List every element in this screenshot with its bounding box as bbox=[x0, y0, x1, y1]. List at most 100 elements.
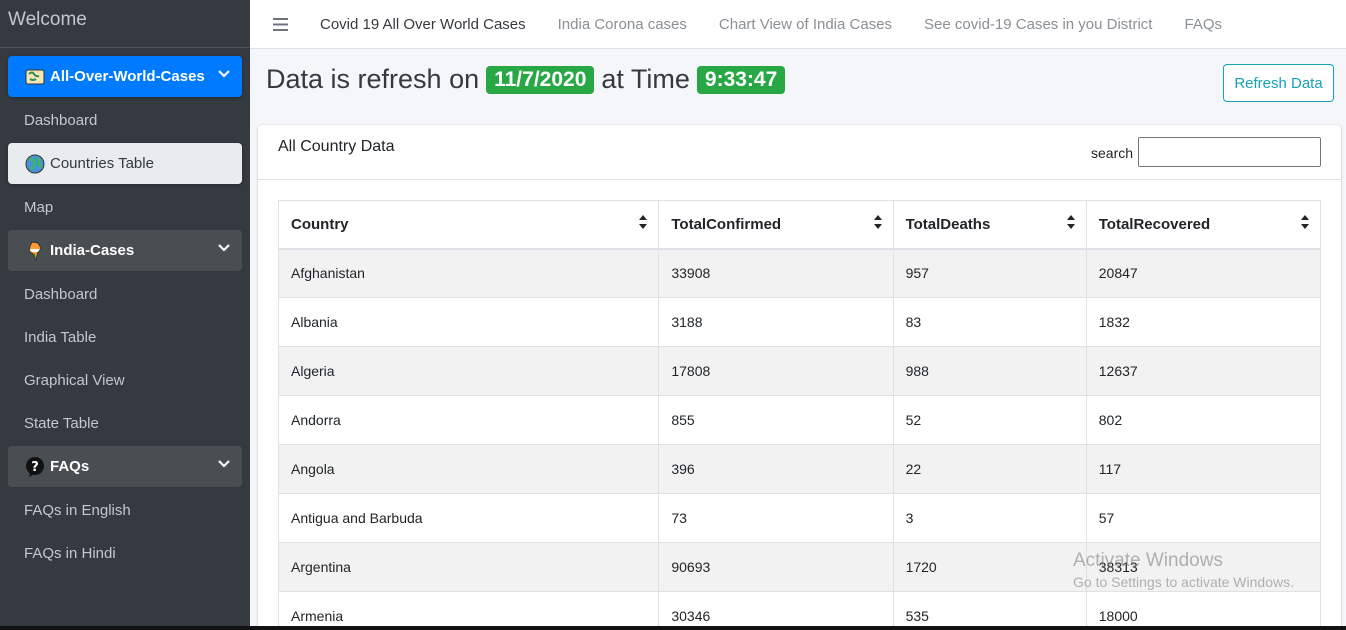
cell-confirmed: 396 bbox=[658, 444, 894, 494]
cell-recovered: 117 bbox=[1086, 444, 1322, 494]
sidebar-item-label: Countries Table bbox=[50, 155, 154, 172]
activate-windows-watermark: Activate Windows Go to Settings to activ… bbox=[1073, 550, 1294, 590]
sidebar-item-faqs-english[interactable]: FAQs in English bbox=[8, 490, 242, 531]
sidebar-item-graphical-view[interactable]: Graphical View bbox=[8, 360, 242, 401]
table-row: Andorra 855 52 802 bbox=[277, 395, 1322, 445]
svg-text:?: ? bbox=[31, 460, 39, 475]
sidebar-item-all-over-world-cases[interactable]: All-Over-World-Cases bbox=[8, 56, 242, 97]
sidebar-item-label: Map bbox=[24, 199, 54, 216]
cell-recovered: 57 bbox=[1086, 493, 1322, 543]
cell-deaths: 22 bbox=[893, 444, 1087, 494]
world-map-icon bbox=[22, 64, 48, 90]
cell-recovered: 802 bbox=[1086, 395, 1322, 445]
table-row: Algeria 17808 988 12637 bbox=[277, 346, 1322, 396]
sort-icon bbox=[1066, 215, 1075, 229]
sidebar-item-label: All-Over-World-Cases bbox=[50, 68, 205, 85]
sort-icon bbox=[873, 215, 882, 229]
column-header-total-deaths[interactable]: TotalDeaths bbox=[893, 200, 1087, 250]
sidebar-item-faqs[interactable]: ? FAQs bbox=[8, 446, 242, 487]
sidebar-item-label: Graphical View bbox=[24, 372, 125, 389]
nav-link-india-cases[interactable]: India Corona cases bbox=[542, 16, 703, 33]
column-header-total-recovered[interactable]: TotalRecovered bbox=[1086, 200, 1322, 250]
column-label: TotalConfirmed bbox=[671, 215, 782, 233]
sidebar-nav: All-Over-World-Cases Dashboard Countries… bbox=[0, 48, 250, 574]
sidebar-item-label: FAQs in English bbox=[24, 502, 131, 519]
cell-country: Andorra bbox=[277, 395, 660, 445]
sort-icon bbox=[1301, 215, 1309, 229]
card-header: All Country Data search bbox=[258, 125, 1341, 180]
column-label: TotalDeaths bbox=[905, 215, 991, 233]
sidebar-item-label: FAQs bbox=[50, 458, 90, 475]
cell-country: Antigua and Barbuda bbox=[277, 493, 660, 543]
chevron-down-icon bbox=[218, 460, 230, 468]
cell-deaths: 957 bbox=[893, 248, 1087, 298]
column-header-total-confirmed[interactable]: TotalConfirmed bbox=[658, 200, 894, 250]
cell-deaths: 83 bbox=[893, 297, 1087, 347]
cell-recovered: 1832 bbox=[1086, 297, 1322, 347]
refresh-date-badge: 11/7/2020 bbox=[486, 65, 595, 94]
sidebar-item-india-dashboard[interactable]: Dashboard bbox=[8, 274, 242, 315]
search-input[interactable] bbox=[1138, 137, 1321, 167]
cell-deaths: 3 bbox=[893, 493, 1087, 543]
search-label: search bbox=[1091, 145, 1134, 161]
watermark-title: Activate Windows bbox=[1073, 550, 1223, 571]
cell-confirmed: 855 bbox=[658, 395, 894, 445]
table-row: Afghanistan 33908 957 20847 bbox=[277, 248, 1322, 298]
refresh-time-badge: 9:33:47 bbox=[696, 65, 786, 94]
nav-link-chart-view[interactable]: Chart View of India Cases bbox=[703, 16, 908, 33]
nav-link-faqs[interactable]: FAQs bbox=[1168, 16, 1238, 33]
refresh-data-button[interactable]: Refresh Data bbox=[1223, 64, 1334, 102]
cell-confirmed: 3188 bbox=[658, 297, 894, 347]
sidebar-item-state-table[interactable]: State Table bbox=[8, 403, 242, 444]
column-label: TotalRecovered bbox=[1098, 215, 1211, 233]
table-row: Albania 3188 83 1832 bbox=[277, 297, 1322, 347]
top-navbar: Covid 19 All Over World Cases India Coro… bbox=[250, 0, 1346, 49]
cell-deaths: 535 bbox=[893, 591, 1087, 630]
cell-confirmed: 73 bbox=[658, 493, 894, 543]
cell-confirmed: 90693 bbox=[658, 542, 894, 592]
sidebar-item-map[interactable]: Map bbox=[8, 187, 242, 228]
watermark-subtitle: Go to Settings to activate Windows. bbox=[1073, 574, 1294, 590]
cell-country: Armenia bbox=[277, 591, 660, 630]
nav-link-district-cases[interactable]: See covid-19 Cases in you District bbox=[908, 16, 1168, 33]
sidebar: Welcome All-Over-World-Cases Dashboard C… bbox=[0, 0, 250, 630]
table-row: Antigua and Barbuda 73 3 57 bbox=[277, 493, 1322, 543]
chevron-down-icon bbox=[218, 70, 230, 78]
cell-country: Argentina bbox=[277, 542, 660, 592]
nav-link-world-cases[interactable]: Covid 19 All Over World Cases bbox=[310, 16, 542, 33]
sidebar-item-faqs-hindi[interactable]: FAQs in Hindi bbox=[8, 533, 242, 574]
globe-icon bbox=[22, 151, 48, 177]
question-bubble-icon: ? bbox=[22, 454, 48, 480]
refresh-middle-text: at Time bbox=[601, 64, 690, 94]
brand-title[interactable]: Welcome bbox=[0, 0, 250, 48]
refresh-status: Data is refresh on 11/7/2020 at Time 9:3… bbox=[266, 64, 792, 95]
chevron-down-icon bbox=[218, 244, 230, 252]
cell-confirmed: 17808 bbox=[658, 346, 894, 396]
hamburger-menu-button[interactable] bbox=[250, 0, 310, 48]
sidebar-item-label: FAQs in Hindi bbox=[24, 545, 116, 562]
column-label: Country bbox=[291, 215, 349, 233]
cell-confirmed: 33908 bbox=[658, 248, 894, 298]
sidebar-item-india-table[interactable]: India Table bbox=[8, 317, 242, 358]
table-row: Armenia 30346 535 18000 bbox=[277, 591, 1322, 630]
sidebar-item-dashboard[interactable]: Dashboard bbox=[8, 100, 242, 141]
india-map-icon bbox=[22, 238, 48, 264]
cell-country: Afghanistan bbox=[277, 248, 660, 298]
sidebar-item-label: Dashboard bbox=[24, 286, 98, 303]
cell-recovered: 18000 bbox=[1086, 591, 1322, 630]
table-row: Angola 396 22 117 bbox=[277, 444, 1322, 494]
refresh-prefix-text: Data is refresh on bbox=[266, 64, 480, 94]
table-header-row: Country TotalConfirmed TotalDeaths Total… bbox=[277, 200, 1322, 250]
sort-icon bbox=[639, 215, 648, 229]
cell-recovered: 12637 bbox=[1086, 346, 1322, 396]
cell-recovered: 20847 bbox=[1086, 248, 1322, 298]
cell-deaths: 1720 bbox=[893, 542, 1087, 592]
sidebar-item-india-cases[interactable]: India-Cases bbox=[8, 230, 242, 271]
column-header-country[interactable]: Country bbox=[277, 200, 660, 250]
cell-country: Albania bbox=[277, 297, 660, 347]
sidebar-item-label: Dashboard bbox=[24, 112, 98, 129]
sidebar-item-label: India Table bbox=[24, 329, 97, 346]
sidebar-item-countries-table[interactable]: Countries Table bbox=[8, 143, 242, 184]
cell-country: Algeria bbox=[277, 346, 660, 396]
sidebar-item-label: India-Cases bbox=[50, 242, 135, 259]
